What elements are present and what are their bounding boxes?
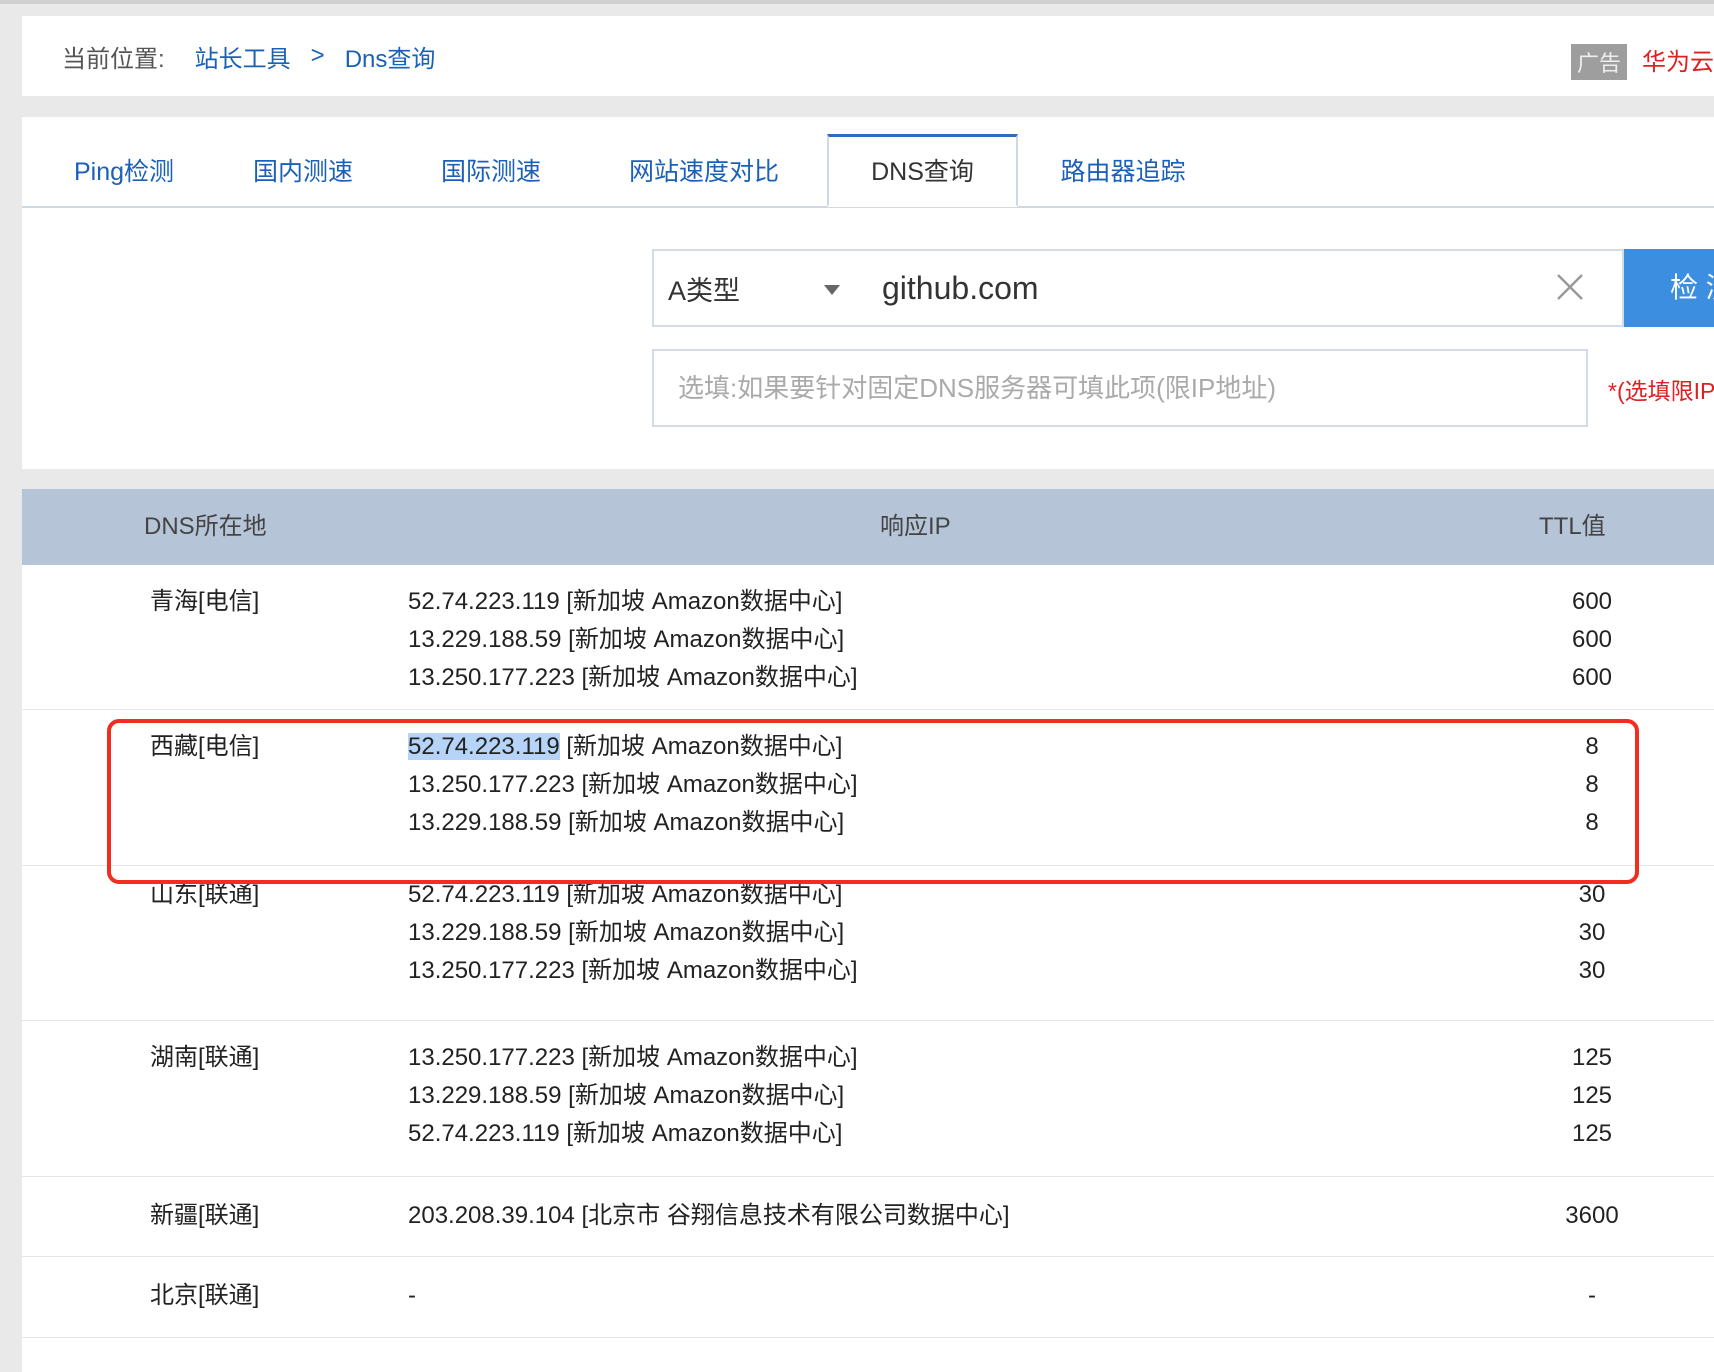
row-ttls: 8 8 8 [1522,728,1662,842]
ip-entry: 13.229.188.59 [新加坡 Amazon数据中心] [408,809,845,836]
breadcrumb: 当前位置: 站长工具 > Dns查询 广告 华为云 [22,16,1714,96]
ip-entry: - [408,1282,416,1309]
row-ttls: 30 30 30 [1522,876,1662,990]
row-ttls: 125 125 125 [1522,1039,1662,1153]
tab-speed-compare[interactable]: 网站速度对比 [624,137,784,206]
ttl-value: 30 [1578,957,1606,984]
row-ttls: 3600 [1522,1197,1662,1235]
ip-entry: 52.74.223.119 [新加坡 Amazon数据中心] [408,588,843,615]
ip-entry: 13.250.177.223 [新加坡 Amazon数据中心] [408,664,858,691]
ip-entry: 13.229.188.59 [新加坡 Amazon数据中心] [408,626,845,653]
table-row: 新疆[联通] 203.208.39.104 [北京市 谷翔信息技术有限公司数据中… [22,1177,1714,1257]
ip-entry: 52.74.223.119 [新加坡 Amazon数据中心] [408,881,843,908]
close-icon[interactable] [1554,271,1586,303]
ad-badge: 广告 [1570,44,1627,80]
row-ttls: - [1522,1277,1662,1315]
chevron-down-icon [824,285,840,295]
tab-dns-query[interactable]: DNS查询 [827,134,1018,207]
ttl-value: 600 [1571,626,1613,653]
row-location: 新疆[联通] [150,1202,260,1229]
ip-entry: 13.229.188.59 [新加坡 Amazon数据中心] [408,919,845,946]
row-location: 北京[联通] [150,1282,260,1309]
dns-query-panel: Ping检测 国内测速 国际测速 网站速度对比 DNS查询 路由器追踪 A类型 … [22,117,1714,469]
ip-entry: 13.229.188.59 [新加坡 Amazon数据中心] [408,1082,845,1109]
row-ips: 203.208.39.104 [北京市 谷翔信息技术有限公司数据中心] [408,1197,1010,1235]
ip-entry: 13.250.177.223 [新加坡 Amazon数据中心] [408,771,858,798]
ttl-value: 8 [1585,771,1599,798]
ttl-value: - [1588,1282,1596,1309]
row-ips: 52.74.223.119 [新加坡 Amazon数据中心] 13.250.17… [408,728,858,842]
header-dns-location: DNS所在地 [144,513,267,540]
tool-tabs: Ping检测 国内测速 国际测速 网站速度对比 DNS查询 路由器追踪 [22,134,1714,208]
check-button[interactable]: 检 测 [1624,249,1714,327]
record-type-value: A类型 [668,275,741,306]
ttl-value: 125 [1571,1044,1613,1071]
dns-server-input[interactable] [652,349,1588,427]
header-response-ip: 响应IP [880,513,951,540]
ttl-value: 8 [1585,733,1599,760]
ip-entry: 52.74.223.119 [新加坡 Amazon数据中心] [408,733,843,760]
ttl-value: 125 [1571,1120,1613,1147]
ttl-value: 8 [1585,809,1599,836]
ttl-value: 30 [1578,881,1606,908]
row-location: 青海[电信] [150,588,260,615]
tab-domestic-speed[interactable]: 国内测速 [248,137,358,206]
header-ttl: TTL值 [1539,513,1606,540]
table-row: 西藏[电信] 52.74.223.119 [新加坡 Amazon数据中心] 13… [22,710,1714,866]
row-location: 西藏[电信] [150,733,260,760]
ip-entry: 13.250.177.223 [新加坡 Amazon数据中心] [408,1044,858,1071]
row-ips: 13.250.177.223 [新加坡 Amazon数据中心] 13.229.1… [408,1039,858,1153]
breadcrumb-separator: > [310,42,325,69]
ip-entry: 13.250.177.223 [新加坡 Amazon数据中心] [408,957,858,984]
results-table: DNS所在地 响应IP TTL值 青海[电信] 52.74.223.119 [新… [22,489,1714,1372]
ttl-value: 125 [1571,1082,1613,1109]
tab-ping[interactable]: Ping检测 [62,137,186,206]
record-type-select[interactable]: A类型 [652,249,864,327]
row-location: 湖南[联通] [150,1044,260,1071]
table-row: 山东[联通] 52.74.223.119 [新加坡 Amazon数据中心] 13… [22,866,1714,1021]
tab-traceroute[interactable]: 路由器追踪 [1056,137,1190,206]
breadcrumb-current[interactable]: Dns查询 [345,39,436,74]
selected-ip-text: 52.74.223.119 [408,733,560,760]
row-ips: 52.74.223.119 [新加坡 Amazon数据中心] 13.229.18… [408,876,858,990]
ttl-value: 3600 [1565,1202,1619,1229]
row-ttls: 600 600 600 [1522,583,1662,697]
ttl-value: 30 [1578,919,1606,946]
table-row: 湖南[联通] 13.250.177.223 [新加坡 Amazon数据中心] 1… [22,1021,1714,1177]
top-border [0,0,1714,4]
row-location: 山东[联通] [150,881,260,908]
domain-input[interactable] [862,249,1624,327]
ad-link[interactable]: 华为云 [1642,42,1714,77]
row-ips: 52.74.223.119 [新加坡 Amazon数据中心] 13.229.18… [408,583,858,697]
table-row: 北京[联通] - - [22,1257,1714,1338]
table-row: 青海[电信] 52.74.223.119 [新加坡 Amazon数据中心] 13… [22,565,1714,710]
ttl-value: 600 [1571,588,1613,615]
breadcrumb-prefix: 当前位置: [62,45,165,73]
breadcrumb-home-link[interactable]: 站长工具 [195,39,291,74]
dns-server-hint: *(选填限IP) [1608,378,1714,404]
table-header: DNS所在地 响应IP TTL值 [22,489,1714,565]
ip-entry: 203.208.39.104 [北京市 谷翔信息技术有限公司数据中心] [408,1202,1010,1229]
row-ips: - [408,1277,416,1315]
ttl-value: 600 [1571,664,1613,691]
ip-entry: 52.74.223.119 [新加坡 Amazon数据中心] [408,1120,843,1147]
tab-international-speed[interactable]: 国际测速 [436,137,546,206]
